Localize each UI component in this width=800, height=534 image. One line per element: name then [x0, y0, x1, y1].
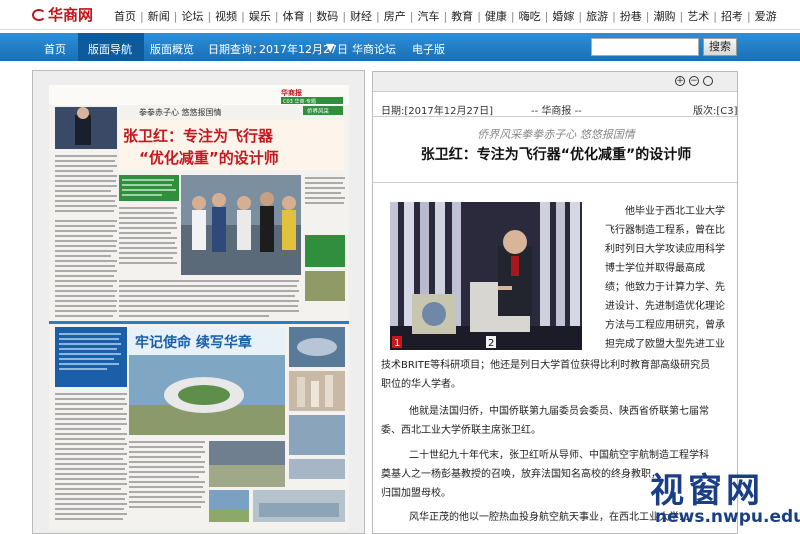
article-kicker: 侨界风采拳拳赤子心 悠悠报国情 [477, 128, 635, 141]
zoom-in-icon[interactable]: + [675, 76, 685, 86]
channel-link[interactable]: 婚嫁 [552, 10, 574, 23]
channel-link[interactable]: 艺术 [687, 10, 709, 23]
nav-forum[interactable]: 华商论坛 [352, 41, 396, 57]
search-input[interactable] [591, 38, 699, 56]
nav-page-overview[interactable]: 版面概览 [150, 41, 194, 57]
article-paragraph-1: 他毕业于西北工业大学 飞行器制造工程系，曾在比 利时列日大学攻读应用科学 博士学… [605, 206, 725, 350]
channel-separator: | [342, 10, 347, 23]
nav-page-navigation[interactable]: 版面导航 [88, 41, 132, 57]
nav-date-select[interactable]: 2017年12月27日 [259, 41, 348, 57]
channel-separator: | [308, 10, 313, 23]
watermark-url: news.nwpu.edu.cn [655, 507, 800, 527]
article-source: -- 华商报 -- [531, 106, 582, 117]
logo-swirl-icon [32, 9, 46, 21]
channel-link[interactable]: 数码 [316, 10, 338, 23]
channel-separator: | [746, 10, 751, 23]
channel-separator: | [679, 10, 684, 23]
article-date: 日期:[2017年12月27日] [381, 106, 494, 117]
article-photo[interactable]: 1 2 [390, 202, 582, 350]
channel-separator: | [612, 10, 616, 23]
channel-separator: | [409, 10, 414, 23]
article-title: 张卫红：专注为飞行器“优化减重”的设计师 [420, 147, 692, 163]
newspaper-page-panel: 华商报 C03 华商·专题 拳拳赤子心 悠悠报国情 侨界风采 张卫红：专注为飞行… [32, 70, 365, 534]
channel-link[interactable]: 教育 [451, 10, 473, 23]
lower-headline: 牢记使命 续写华章 [135, 334, 252, 351]
svg-text:华商报: 华商报 [281, 88, 303, 97]
channel-link[interactable]: 房产 [384, 10, 406, 23]
article-paragraph-2: 他就是法国归侨，中国侨联第九届委员会委员、陕西省侨联第七届常 委、西北工业大学侨… [381, 406, 709, 436]
zoom-controls: + − [373, 72, 737, 92]
nav-home[interactable]: 首页 [44, 41, 66, 57]
headline-line-1: 张卫红：专注为飞行器 [123, 127, 274, 145]
newspaper-page-image[interactable]: 华商报 C03 华商·专题 拳拳赤子心 悠悠报国情 侨界风采 张卫红：专注为飞行… [49, 85, 349, 530]
channel-link[interactable]: 视频 [215, 10, 237, 23]
channel-link[interactable]: 论坛 [181, 10, 203, 23]
channel-separator: | [173, 10, 178, 23]
search-button[interactable]: 搜索 [703, 38, 737, 56]
site-logo[interactable]: 华商网 [32, 4, 93, 24]
channel-link[interactable]: 首页 [114, 10, 136, 23]
divider [373, 182, 737, 183]
watermark-logo: 视窗网 [650, 471, 764, 511]
headline-line-2: “优化减重”的设计师 [139, 149, 279, 167]
channel-bar: 华商网 首页 | 新闻 | 论坛 | 视频 | 娱乐 | 体育 | 数码 | 财经 | 房产 | 汽车 | 教育 | 健康 |… [0, 0, 800, 30]
section-banner: 拳拳赤子心 悠悠报国情 [139, 107, 222, 117]
photo-badge-2: 2 [488, 338, 494, 349]
channel-link[interactable]: 娱乐 [249, 10, 271, 23]
channel-link[interactable]: 汽车 [417, 10, 439, 23]
channel-link[interactable]: 健康 [485, 10, 507, 23]
channel-link[interactable]: 新闻 [148, 10, 170, 23]
zoom-out-icon[interactable]: − [689, 76, 699, 86]
nav-epaper[interactable]: 电子版 [412, 41, 445, 57]
column-badge: 侨界风采 [307, 107, 330, 115]
channel-separator: | [376, 10, 380, 23]
channel-separator: | [713, 10, 717, 23]
speaker-photo-image: 1 2 [390, 202, 582, 350]
channel-separator: | [477, 10, 481, 23]
article-edition: 版次:[C3] [693, 106, 738, 117]
channel-separator: | [274, 10, 279, 23]
channel-separator: | [510, 10, 515, 23]
main-nav: 首页 版面导航 版面概览 日期查询： 2017年12月27日 ▼ 华商论坛 电子… [0, 33, 800, 61]
channel-links: 首页 | 新闻 | 论坛 | 视频 | 娱乐 | 体育 | 数码 | 财经 | 房产 | 汽车 | 教育 | 健康 | 嗨吃 | 婚… [114, 8, 777, 24]
chevron-down-icon[interactable]: ▼ [326, 41, 334, 54]
channel-link[interactable]: 潮购 [654, 10, 676, 23]
channel-separator: | [241, 10, 245, 23]
channel-link[interactable]: 扮巷 [620, 10, 642, 23]
channel-separator: | [578, 10, 583, 23]
channel-link[interactable]: 体育 [283, 10, 305, 23]
nav-date-query-label: 日期查询： [208, 43, 263, 56]
channel-link[interactable]: 旅游 [586, 10, 608, 23]
channel-link[interactable]: 招考 [721, 10, 743, 23]
channel-separator: | [207, 10, 212, 23]
channel-separator: | [140, 10, 144, 23]
channel-link[interactable]: 嗨吃 [519, 10, 541, 23]
channel-link[interactable]: 财经 [350, 10, 372, 23]
channel-separator: | [443, 10, 448, 23]
divider [373, 116, 737, 117]
channel-separator: | [544, 10, 549, 23]
channel-separator: | [645, 10, 650, 23]
reset-zoom-icon[interactable] [703, 76, 713, 86]
article-paragraph-1-tail: 技术BRITE等科研项目；他还是列日大学首位获得比利时教育部高级研究员 职位的华… [381, 360, 711, 390]
page-label: C03 华商·专题 [283, 98, 316, 105]
photo-badge-1: 1 [394, 338, 400, 349]
channel-link[interactable]: 爱游 [755, 10, 777, 23]
